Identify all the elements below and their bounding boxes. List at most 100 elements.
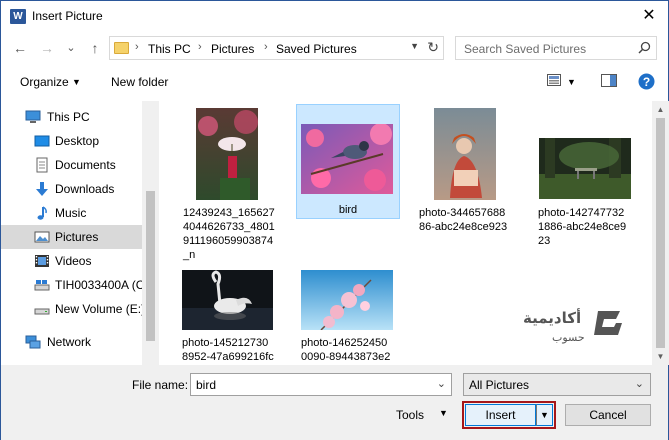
sidebar-item-label: Videos <box>55 254 92 268</box>
sidebar-item-label: TIH0033400A (C: <box>55 278 148 292</box>
tools-button[interactable]: Tools <box>396 408 424 422</box>
videos-icon <box>35 255 49 267</box>
up-button[interactable]: ↑ <box>85 38 105 58</box>
sidebar-item-this-pc[interactable]: This PC <box>1 105 142 129</box>
sidebar-item-label: This PC <box>47 110 90 124</box>
forward-button[interactable]: → <box>37 38 57 58</box>
organize-button[interactable]: Organize <box>20 75 69 89</box>
file-name-line: 23 <box>538 235 551 247</box>
watermark-line-2: حسوب <box>552 331 585 344</box>
tools-dropdown-icon[interactable]: ▼ <box>439 408 448 418</box>
drive-e-icon <box>34 308 50 315</box>
sidebar-item-drive-e[interactable]: New Volume (E:) <box>1 297 145 321</box>
navigation-pane: This PC Desktop Documents Downloads Musi… <box>1 101 159 365</box>
file-thumbnail <box>539 138 631 199</box>
file-name-field-label: File name: <box>132 378 189 392</box>
new-folder-button[interactable]: New folder <box>111 75 168 89</box>
file-name-line: 911196059903874 <box>183 235 274 247</box>
scroll-up-icon[interactable]: ▲ <box>652 101 669 118</box>
file-name-label: photo-344657688 86-abc24e8ce923 <box>419 206 524 234</box>
file-name-combobox[interactable]: bird ⌄ <box>190 373 452 396</box>
file-pane-scrollbar-thumb[interactable] <box>656 118 665 348</box>
file-thumbnail <box>301 124 393 194</box>
insert-button[interactable]: Insert <box>465 404 536 426</box>
breadcrumb-saved-pictures[interactable]: Saved Pictures <box>276 42 357 56</box>
address-bar[interactable]: › This PC › Pictures › Saved Pictures ▼ … <box>109 36 444 60</box>
word-app-icon: W <box>10 9 26 24</box>
change-view-icon[interactable] <box>547 74 563 88</box>
preview-pane-icon[interactable] <box>601 74 617 88</box>
sidebar-item-videos[interactable]: Videos <box>1 249 142 273</box>
breadcrumb-pictures[interactable]: Pictures <box>211 42 254 56</box>
file-name-line: photo-145212730 <box>182 337 269 349</box>
help-label: ? <box>643 75 650 89</box>
sidebar-item-network[interactable]: Network <box>1 330 142 354</box>
file-thumbnail <box>182 270 273 330</box>
back-arrow-icon: ← <box>13 40 27 56</box>
folder-icon <box>114 42 129 54</box>
hsoub-academy-watermark: أكاديمية حسوب <box>518 301 628 351</box>
file-pane-scrollbar[interactable]: ▲ ▼ <box>652 101 669 365</box>
file-name-input[interactable]: bird <box>196 378 216 392</box>
file-name-line: photo-344657688 <box>419 207 506 219</box>
sidebar-scrollbar[interactable] <box>142 101 159 365</box>
insert-picture-dialog: W Insert Picture ✕ ← → ⌄ ↑ › This PC › P… <box>0 0 669 440</box>
pictures-icon <box>34 231 50 243</box>
file-name-line: photo-146252450 <box>301 337 388 349</box>
file-name-label: 12439243_165627 4044626733_4801 91119605… <box>183 206 288 262</box>
scroll-down-icon[interactable]: ▼ <box>652 348 669 365</box>
search-input[interactable]: Search Saved Pictures <box>464 42 586 56</box>
up-arrow-icon: ↑ <box>91 40 99 56</box>
close-button[interactable]: ✕ <box>636 5 662 27</box>
file-type-select[interactable]: All Pictures ⌄ <box>463 373 651 396</box>
file-name-line: _n <box>183 249 196 261</box>
caret-down-icon: ▼ <box>540 410 549 420</box>
documents-icon <box>36 157 48 173</box>
file-type-value: All Pictures <box>469 378 530 392</box>
breadcrumb-this-pc[interactable]: This PC <box>148 42 191 56</box>
chevron-down-icon[interactable]: ⌄ <box>635 377 644 390</box>
file-name-line: 86-abc24e8ce923 <box>419 221 508 233</box>
breadcrumb-separator: › <box>198 41 202 53</box>
sidebar-item-downloads[interactable]: Downloads <box>1 177 142 201</box>
search-box[interactable]: Search Saved Pictures <box>455 36 657 60</box>
refresh-icon[interactable]: ↻ <box>427 39 439 56</box>
title-bar: W Insert Picture ✕ <box>1 1 668 31</box>
organize-dropdown-icon[interactable]: ▼ <box>72 77 81 87</box>
file-name-label: photo-145212730 8952-47a699216fc <box>182 336 287 364</box>
back-button[interactable]: ← <box>10 38 30 58</box>
address-dropdown-icon[interactable]: ▼ <box>410 41 419 51</box>
sidebar-item-label: Desktop <box>55 134 100 148</box>
chevron-down-icon[interactable]: ⌄ <box>437 377 446 390</box>
sidebar-item-music[interactable]: Music <box>1 201 142 225</box>
file-name-label: photo-142747732 1886-abc24e8ce9 23 <box>538 206 643 248</box>
music-icon <box>37 206 47 220</box>
file-thumbnail <box>434 108 496 200</box>
sidebar-item-label: Downloads <box>55 182 115 196</box>
hsoub-logo-icon <box>594 311 622 335</box>
sidebar-item-label: Network <box>47 335 92 349</box>
file-name-line: 8952-47a699216fc <box>182 351 274 363</box>
sidebar-item-label: Documents <box>55 158 116 172</box>
help-icon[interactable]: ? <box>638 73 655 90</box>
file-thumbnail <box>301 270 393 330</box>
file-name-line: 12439243_165627 <box>183 207 275 219</box>
sidebar-item-pictures[interactable]: Pictures <box>1 225 142 249</box>
cancel-button[interactable]: Cancel <box>565 404 651 426</box>
view-dropdown-icon[interactable]: ▼ <box>567 77 576 87</box>
search-icon <box>638 41 651 54</box>
dialog-title: Insert Picture <box>32 9 103 23</box>
recent-locations-button[interactable]: ⌄ <box>61 38 81 58</box>
sidebar-item-documents[interactable]: Documents <box>1 153 142 177</box>
insert-dropdown-button[interactable]: ▼ <box>536 404 553 426</box>
sidebar-item-drive-c[interactable]: TIH0033400A (C: <box>1 273 148 297</box>
sidebar-scrollbar-thumb[interactable] <box>146 191 155 341</box>
dialog-footer: File name: bird ⌄ All Pictures ⌄ Tools ▼… <box>1 365 668 440</box>
file-name-label: bird <box>296 203 400 217</box>
chevron-down-icon: ⌄ <box>66 42 76 54</box>
desktop-icon <box>34 135 50 147</box>
network-icon <box>25 335 41 349</box>
sidebar-item-desktop[interactable]: Desktop <box>1 129 142 153</box>
command-toolbar: Organize ▼ New folder ▼ ? <box>1 67 668 97</box>
downloads-icon <box>36 182 48 196</box>
